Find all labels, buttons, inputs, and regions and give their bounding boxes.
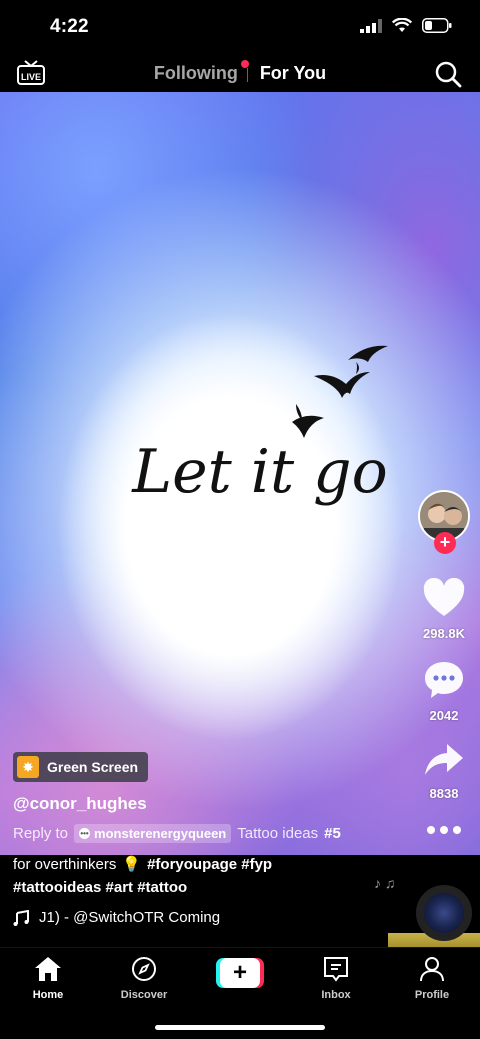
- plus-icon: +: [220, 958, 260, 988]
- like-count: 298.8K: [423, 626, 465, 641]
- effect-chip[interactable]: ✸ Green Screen: [13, 752, 149, 782]
- signal-icon: [360, 18, 382, 33]
- comment-count: 2042: [429, 708, 459, 723]
- tab-inbox[interactable]: Inbox: [296, 956, 376, 1001]
- like-button[interactable]: 298.8K: [418, 577, 470, 641]
- creator-username[interactable]: @conor_hughes: [13, 794, 147, 814]
- tab-for-you[interactable]: For You: [260, 63, 326, 84]
- reply-text: Tattoo ideas: [237, 825, 319, 842]
- tab-following[interactable]: Following: [153, 60, 249, 84]
- status-icons: [360, 18, 452, 33]
- comment-bubble-icon: •••: [79, 828, 91, 839]
- heart-icon: [423, 577, 465, 616]
- tab-discover[interactable]: Discover: [104, 956, 184, 1001]
- reply-prefix: Reply to: [13, 825, 69, 842]
- effect-icon: ✸: [17, 756, 39, 778]
- share-icon: [425, 744, 463, 775]
- tab-profile-label: Profile: [414, 989, 450, 1001]
- video-artwork: Let it go: [131, 345, 388, 507]
- wifi-icon: [392, 18, 412, 32]
- tab-divider: [247, 68, 248, 82]
- music-line[interactable]: J1) - @SwitchOTR Coming: [13, 909, 220, 926]
- creator-avatar-button[interactable]: +: [418, 490, 472, 554]
- tab-home-label: Home: [32, 989, 64, 1001]
- feed-tabs: Following For You: [0, 60, 480, 84]
- search-icon: [435, 61, 462, 88]
- tab-inbox-label: Inbox: [321, 989, 351, 1001]
- battery-icon: [422, 18, 452, 33]
- reply-mention[interactable]: ••• monsterenergyqueen: [74, 824, 232, 843]
- caption-hashtags[interactable]: #foryoupage #fyp: [147, 856, 272, 873]
- compass-icon: [132, 957, 156, 981]
- search-button[interactable]: [434, 60, 462, 88]
- share-count: 8838: [429, 786, 459, 801]
- top-nav: LIVE Following For You: [0, 56, 480, 92]
- inbox-icon: [324, 957, 348, 982]
- bird-icon: [348, 345, 388, 374]
- caption-hashtags-2[interactable]: #tattooideas #art #tattoo: [13, 879, 187, 896]
- floating-notes-icon: ♪ ♫: [374, 875, 396, 891]
- caption-area: for overthinkers 💡 #foryoupage #fyp #tat…: [0, 855, 480, 955]
- bottom-tab-bar: Home Discover + Inbox Profile: [0, 947, 480, 1039]
- video-player[interactable]: Let it go: [0, 92, 480, 855]
- status-bar: 4:22: [0, 0, 480, 56]
- reply-tag[interactable]: #5: [324, 825, 341, 842]
- share-button[interactable]: 8838: [418, 742, 470, 801]
- more-dots-icon: [427, 826, 461, 834]
- profile-icon: [420, 957, 444, 982]
- effect-label: Green Screen: [47, 759, 139, 775]
- bird-icon: [292, 404, 324, 438]
- tab-profile[interactable]: Profile: [392, 956, 472, 1001]
- more-options-button[interactable]: [418, 822, 470, 840]
- tab-discover-label: Discover: [120, 989, 168, 1001]
- reply-line[interactable]: Reply to ••• monsterenergyqueen Tattoo i…: [13, 824, 341, 843]
- lightbulb-icon: 💡: [122, 856, 142, 873]
- caption-line-1: for overthinkers 💡 #foryoupage #fyp: [13, 855, 272, 874]
- music-disc[interactable]: [416, 885, 472, 941]
- notification-dot: [240, 60, 249, 68]
- comment-icon: [425, 662, 463, 698]
- tab-home[interactable]: Home: [8, 956, 88, 1001]
- tab-following-label: Following: [153, 63, 238, 83]
- home-indicator[interactable]: [155, 1025, 325, 1030]
- caption-text: for overthinkers: [13, 855, 117, 873]
- bird-icon: [314, 372, 370, 398]
- music-text: J1) - @SwitchOTR Coming: [39, 909, 221, 926]
- follow-plus-button[interactable]: +: [434, 532, 456, 554]
- mention-name: monsterenergyqueen: [94, 826, 227, 841]
- status-time: 4:22: [50, 16, 89, 37]
- comment-button[interactable]: 2042: [418, 660, 470, 723]
- music-note-icon: [13, 909, 29, 926]
- overlay-text: Let it go: [131, 437, 387, 507]
- home-icon: [35, 957, 61, 981]
- create-button[interactable]: +: [216, 958, 264, 988]
